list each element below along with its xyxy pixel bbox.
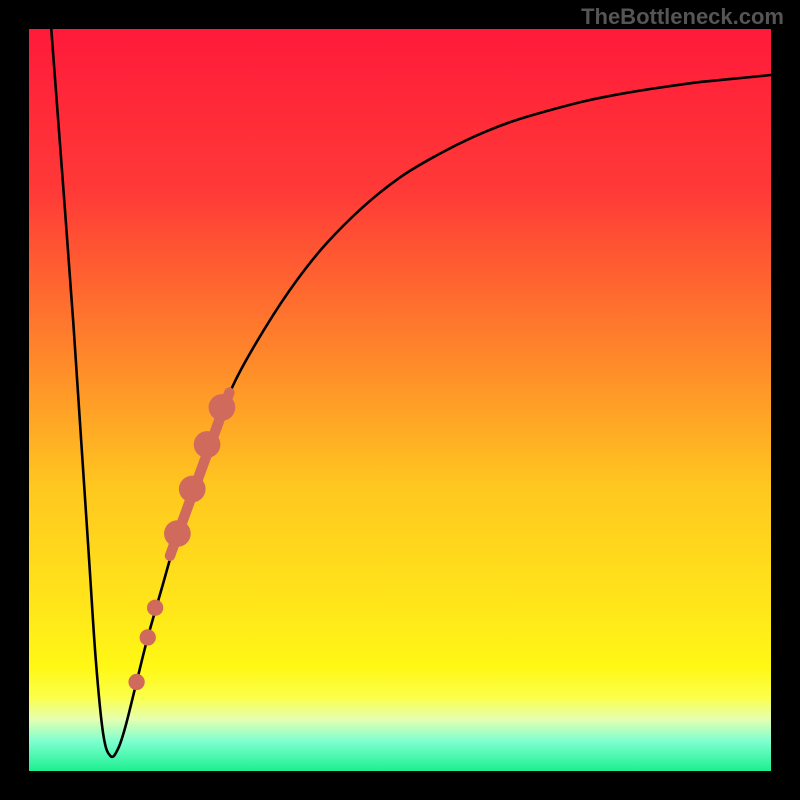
- chart-frame: TheBottleneck.com: [0, 0, 800, 800]
- highlight-dot: [147, 600, 163, 616]
- highlight-dot: [209, 394, 236, 421]
- highlight-dot: [194, 431, 221, 458]
- watermark-text: TheBottleneck.com: [581, 4, 784, 30]
- bottleneck-curve: [51, 29, 771, 757]
- curve-layer: [29, 29, 771, 771]
- highlight-dot: [164, 520, 191, 547]
- highlight-dot: [179, 476, 206, 503]
- highlight-dot: [140, 629, 156, 645]
- plot-area: [29, 29, 771, 771]
- highlight-dot: [128, 674, 144, 690]
